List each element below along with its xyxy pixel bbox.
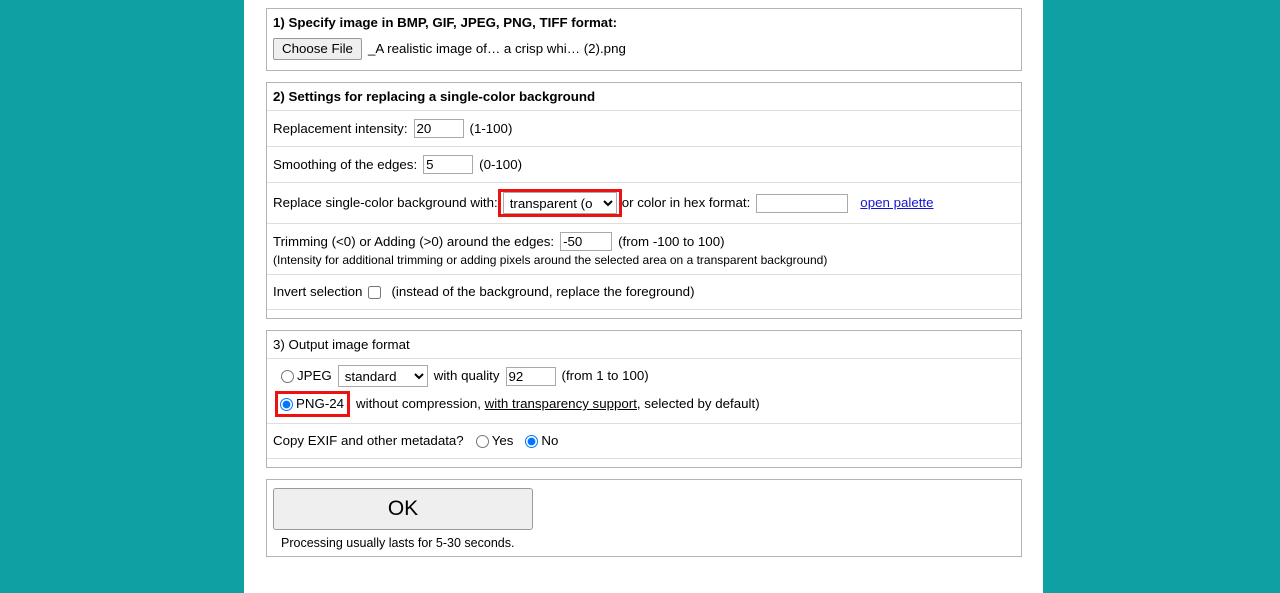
exif-no-label: No [541,432,558,450]
section-1-title: 1) Specify image in BMP, GIF, JPEG, PNG,… [267,9,1021,36]
smoothing-range-hint: (0-100) [479,156,522,174]
invert-selection-label: Invert selection [273,283,362,301]
png-desc-underlined: with transparency support [485,396,637,411]
replacement-intensity-row: Replacement intensity: (1-100) [267,110,1021,146]
processing-note: Processing usually lasts for 5-30 second… [273,530,1015,550]
jpeg-option-row: JPEG standard with quality (from 1 to 10… [267,358,1021,389]
section-output-format: 3) Output image format JPEG standard wit… [266,330,1022,468]
open-palette-link[interactable]: open palette [860,194,933,212]
jpeg-quality-hint: (from 1 to 100) [562,367,649,385]
trimming-note: (Intensity for additional trimming or ad… [273,251,1015,268]
submit-inner: OK Processing usually lasts for 5-30 sec… [267,480,1021,556]
form-stack: 1) Specify image in BMP, GIF, JPEG, PNG,… [266,8,1022,568]
section-3-bottom-rule [267,458,1021,467]
replace-with-select[interactable]: transparent (o [503,192,617,214]
png-description: without compression, with transparency s… [356,395,760,413]
trimming-label: Trimming (<0) or Adding (>0) around the … [273,233,554,251]
invert-selection-checkbox[interactable] [368,286,381,299]
trimming-range-hint: (from -100 to 100) [618,233,724,251]
png-option-row: PNG-24 without compression, with transpa… [267,389,1021,423]
replacement-intensity-range-hint: (1-100) [470,120,513,138]
page-root: 1) Specify image in BMP, GIF, JPEG, PNG,… [0,0,1280,593]
smoothing-row: Smoothing of the edges: (0-100) [267,146,1021,182]
replace-with-row: Replace single-color background with: tr… [267,182,1021,223]
selected-file-name: _A realistic image of… a crisp whi… (2).… [368,40,626,58]
png-label: PNG-24 [296,395,344,413]
exif-label: Copy EXIF and other metadata? [273,432,464,450]
section-2-title: 2) Settings for replacing a single-color… [267,83,1021,110]
replacement-intensity-label: Replacement intensity: [273,120,408,138]
ok-button[interactable]: OK [273,488,533,530]
replace-with-highlight: transparent (o [498,189,622,217]
exif-yes-radio[interactable] [476,435,489,448]
section-2-bottom-rule [267,309,1021,318]
smoothing-label: Smoothing of the edges: [273,156,417,174]
section-3-title: 3) Output image format [267,331,1021,358]
section-specify-image: 1) Specify image in BMP, GIF, JPEG, PNG,… [266,8,1022,71]
section-submit: OK Processing usually lasts for 5-30 sec… [266,479,1022,557]
section-background-settings: 2) Settings for replacing a single-color… [266,82,1022,319]
jpeg-label: JPEG [297,367,332,385]
content-column: 1) Specify image in BMP, GIF, JPEG, PNG,… [244,0,1043,593]
exif-row: Copy EXIF and other metadata? Yes No [267,423,1021,458]
jpeg-mode-select[interactable]: standard [338,365,428,387]
choose-file-button[interactable]: Choose File [273,38,362,60]
png-desc-after: , selected by default) [637,396,760,411]
smoothing-input[interactable] [423,155,473,174]
hex-color-input[interactable] [756,194,848,213]
jpeg-quality-label: with quality [434,367,500,385]
exif-yes-label: Yes [492,432,514,450]
trimming-row: Trimming (<0) or Adding (>0) around the … [267,223,1021,274]
jpeg-radio[interactable] [281,370,294,383]
hex-format-label: or color in hex format: [622,194,751,212]
invert-selection-hint: (instead of the background, replace the … [391,283,694,301]
png-desc-before: without compression, [356,396,481,411]
png-radio[interactable] [280,398,293,411]
file-chooser-row: Choose File _A realistic image of… a cri… [267,36,1021,70]
trimming-input[interactable] [560,232,612,251]
png-highlight: PNG-24 [275,391,350,417]
invert-selection-row: Invert selection (instead of the backgro… [267,274,1021,309]
exif-no-radio[interactable] [525,435,538,448]
replacement-intensity-input[interactable] [414,119,464,138]
replace-with-label: Replace single-color background with: [273,194,498,212]
jpeg-quality-input[interactable] [506,367,556,386]
